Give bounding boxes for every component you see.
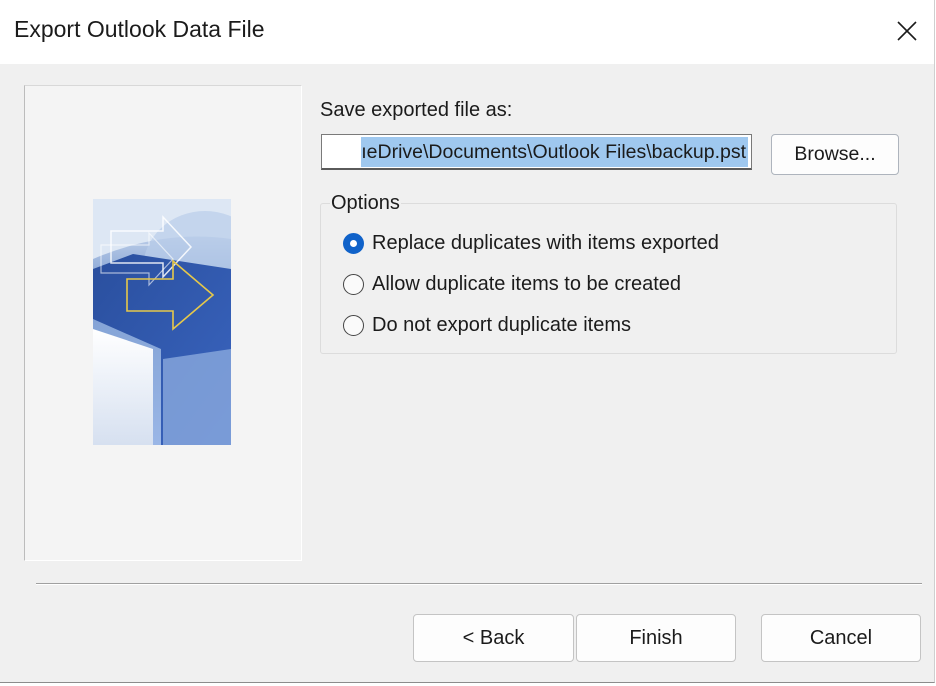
cancel-button[interactable]: Cancel [761,614,921,662]
title-bar: Export Outlook Data File [0,0,934,64]
option-allow-duplicates[interactable]: Allow duplicate items to be created [343,270,681,298]
close-icon [897,21,917,41]
option-label: Allow duplicate items to be created [372,272,682,295]
wizard-graphic [93,199,231,445]
browse-button[interactable]: Browse... [771,134,899,175]
dialog-title: Export Outlook Data File [14,16,265,42]
option-replace-duplicates[interactable]: Replace duplicates with items exported [343,229,719,257]
options-legend: Options [330,192,401,215]
radio-unselected-icon[interactable] [343,314,364,336]
export-dialog: Export Outlook Data File Save exported f… [0,0,935,683]
wizard-side-panel [24,85,302,561]
option-do-not-export-duplicates[interactable]: Do not export duplicate items [343,311,631,339]
option-label: Replace duplicates with items exported [372,231,719,254]
finish-button[interactable]: Finish [576,614,736,662]
option-label: Do not export duplicate items [372,313,632,336]
file-path-value: ıeDrive\Documents\Outlook Files\backup.p… [361,137,748,167]
save-as-label: Save exported file as: [320,99,513,121]
close-button[interactable] [884,8,930,54]
footer-separator [36,583,922,585]
radio-selected-icon[interactable] [343,232,364,254]
file-path-input[interactable]: ıeDrive\Documents\Outlook Files\backup.p… [321,134,752,170]
back-button[interactable]: < Back [413,614,574,662]
radio-unselected-icon[interactable] [343,273,364,295]
